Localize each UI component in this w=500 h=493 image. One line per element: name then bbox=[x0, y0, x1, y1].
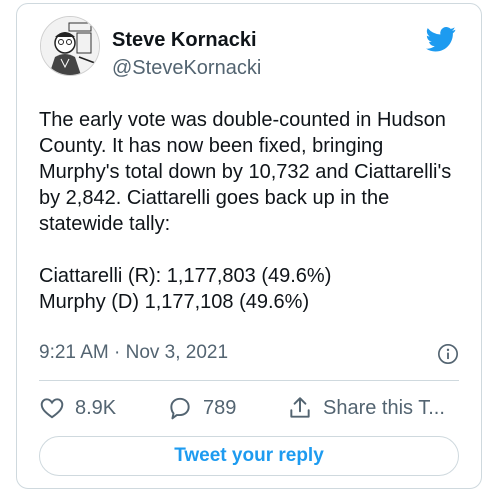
avatar[interactable] bbox=[40, 16, 100, 76]
tweet-text: The early vote was double-counted in Hud… bbox=[39, 109, 452, 235]
action-bar: 8.9K 789 Share this T... bbox=[39, 392, 469, 424]
tweet-timestamp[interactable]: 9:21 AM · Nov 3, 2021 bbox=[39, 342, 228, 364]
twitter-bird-icon[interactable] bbox=[423, 24, 459, 54]
share-icon bbox=[290, 397, 310, 418]
tweet-body: The early vote was double-counted in Hud… bbox=[39, 107, 469, 315]
tally-murphy: Murphy (D) 1,177,108 (49.6%) bbox=[39, 291, 310, 313]
author-handle[interactable]: @SteveKornacki bbox=[112, 56, 261, 80]
tweet-your-reply-button[interactable]: Tweet your reply bbox=[39, 436, 459, 476]
tweet-card: Steve Kornacki @SteveKornacki The early … bbox=[16, 3, 482, 489]
heart-icon bbox=[40, 398, 64, 419]
reply-bubble-icon bbox=[170, 397, 190, 420]
share-label: Share this T... bbox=[323, 396, 445, 419]
share-button[interactable]: Share this T... bbox=[287, 392, 445, 424]
divider bbox=[39, 380, 459, 381]
cartoon-avatar-icon bbox=[41, 17, 99, 75]
reply-count: 789 bbox=[203, 396, 237, 419]
tally-ciattarelli: Ciattarelli (R): 1,177,803 (49.6%) bbox=[39, 265, 332, 287]
reply-action-button[interactable]: 789 bbox=[167, 392, 236, 424]
author-name[interactable]: Steve Kornacki bbox=[112, 28, 257, 52]
like-button[interactable]: 8.9K bbox=[39, 392, 116, 424]
like-count: 8.9K bbox=[75, 396, 117, 419]
info-icon[interactable] bbox=[437, 343, 459, 365]
